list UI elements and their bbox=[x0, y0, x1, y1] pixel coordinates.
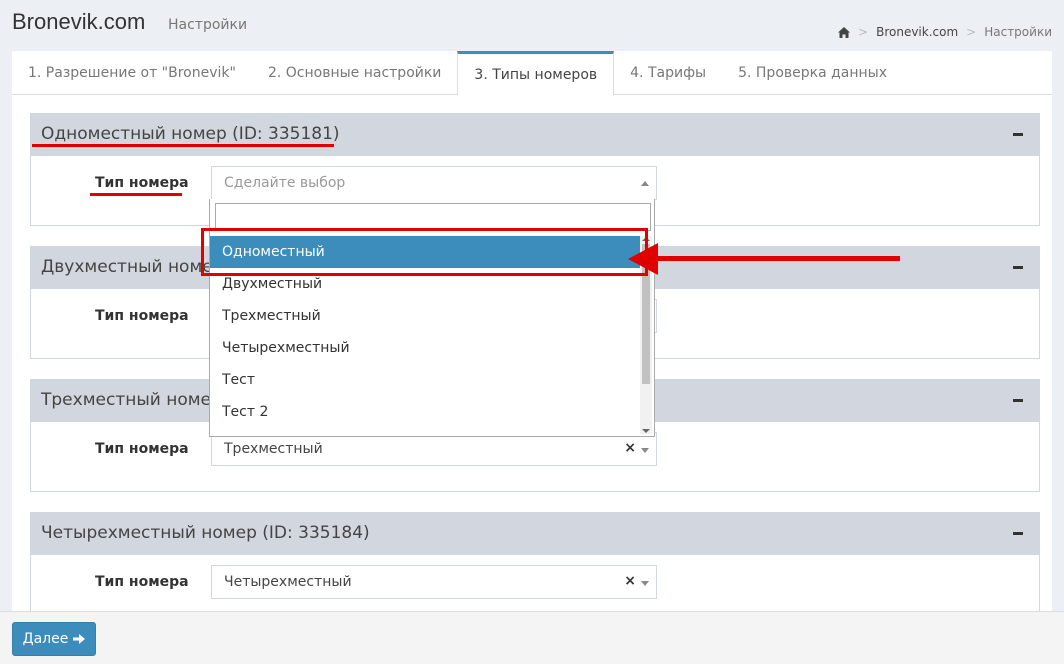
tab-bronevik-permission[interactable]: 1. Разрешение от "Bronevik" bbox=[12, 51, 252, 95]
room-box-header: Четырехместный номер (ID: 335184) bbox=[31, 513, 1039, 555]
caret-up-icon bbox=[641, 181, 649, 186]
room-type-select[interactable]: Сделайте выбор bbox=[211, 166, 657, 200]
clear-icon[interactable]: × bbox=[624, 573, 636, 589]
dropdown-search-input[interactable] bbox=[215, 203, 651, 231]
home-icon[interactable] bbox=[838, 26, 851, 38]
dropdown-option[interactable]: Четырехместный bbox=[210, 332, 640, 364]
room-type-label: Тип номера bbox=[95, 574, 189, 590]
app-title: Bronevik.com bbox=[12, 9, 146, 34]
footer: Далее bbox=[0, 611, 1064, 664]
breadcrumb-current: Настройки bbox=[984, 25, 1052, 39]
room-box-title: Одноместный номер (ID: 335181) bbox=[41, 124, 340, 144]
room-type-select[interactable]: Трехместный × bbox=[211, 432, 657, 466]
annotation-highlight-box bbox=[201, 228, 648, 276]
caret-down-icon bbox=[641, 581, 649, 586]
dropdown-option[interactable]: Трехместный bbox=[210, 300, 640, 332]
arrow-right-icon bbox=[73, 634, 86, 644]
room-type-label: Тип номера bbox=[95, 175, 189, 191]
page-subtitle: Настройки bbox=[168, 17, 248, 33]
collapse-icon[interactable] bbox=[1011, 256, 1025, 276]
collapse-icon[interactable] bbox=[1011, 123, 1025, 143]
select-value: Трехместный bbox=[224, 441, 323, 457]
breadcrumb-separator: > bbox=[858, 25, 869, 39]
room-box-header: Одноместный номер (ID: 335181) bbox=[31, 114, 1039, 156]
dropdown-option[interactable]: Тест 2 bbox=[210, 396, 640, 428]
next-button-label: Далее bbox=[22, 631, 69, 647]
page-header: Bronevik.com Настройки > Bronevik.com > … bbox=[0, 0, 1064, 50]
clear-icon[interactable]: × bbox=[624, 440, 636, 456]
dropdown-option[interactable]: Тест bbox=[210, 364, 640, 396]
tab-data-check[interactable]: 5. Проверка данных bbox=[722, 51, 903, 95]
room-type-label: Тип номера bbox=[95, 308, 189, 324]
room-box-title: Двухместный номер bbox=[41, 257, 224, 277]
tab-main-settings[interactable]: 2. Основные настройки bbox=[252, 51, 457, 95]
scroll-down-icon[interactable] bbox=[642, 429, 650, 433]
annotation-underline-label bbox=[90, 193, 182, 196]
collapse-icon[interactable] bbox=[1011, 389, 1025, 409]
select-value: Четырехместный bbox=[224, 574, 352, 590]
annotation-underline-title bbox=[32, 144, 334, 147]
room-type-label: Тип номера bbox=[95, 441, 189, 457]
tab-room-types[interactable]: 3. Типы номеров bbox=[457, 51, 615, 96]
wizard-tabs: 1. Разрешение от "Bronevik" 2. Основные … bbox=[12, 51, 1052, 96]
tab-rates[interactable]: 4. Тарифы bbox=[614, 51, 722, 95]
caret-down-icon bbox=[641, 448, 649, 453]
breadcrumb-site-link[interactable]: Bronevik.com bbox=[876, 25, 958, 39]
room-type-select[interactable]: Четырехместный × bbox=[211, 565, 657, 599]
room-box-title: Четырехместный номер (ID: 335184) bbox=[41, 523, 370, 543]
collapse-icon[interactable] bbox=[1011, 522, 1025, 542]
room-box-quadruple: Четырехместный номер (ID: 335184) Тип но… bbox=[30, 512, 1040, 611]
annotation-arrow-icon bbox=[628, 243, 900, 275]
select-placeholder: Сделайте выбор bbox=[224, 175, 346, 191]
breadcrumb: > Bronevik.com > Настройки bbox=[838, 25, 1052, 39]
breadcrumb-separator: > bbox=[966, 25, 977, 39]
room-box-title: Трехместный номер bbox=[41, 390, 222, 410]
next-button[interactable]: Далее bbox=[12, 622, 96, 656]
